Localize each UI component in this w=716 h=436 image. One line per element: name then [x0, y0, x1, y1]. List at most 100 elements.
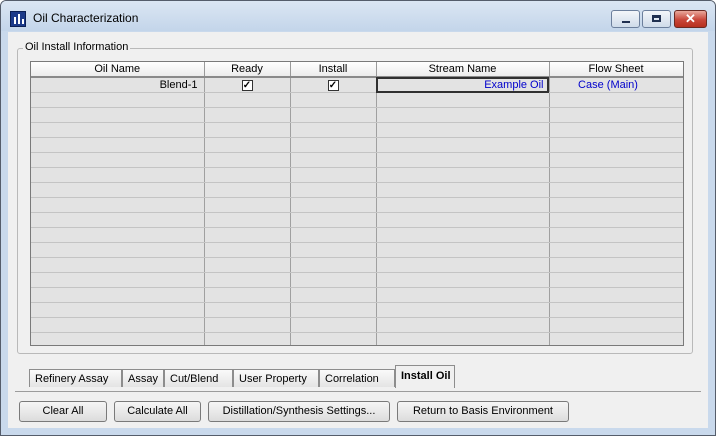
empty-cell[interactable]	[290, 92, 377, 108]
empty-cell[interactable]	[31, 182, 205, 198]
empty-cell[interactable]	[549, 257, 683, 273]
empty-cell[interactable]	[549, 272, 683, 288]
empty-cell[interactable]	[376, 122, 550, 138]
empty-cell[interactable]	[204, 197, 291, 213]
empty-cell[interactable]	[31, 122, 205, 138]
empty-cell[interactable]	[204, 257, 291, 273]
empty-cell[interactable]	[31, 212, 205, 228]
tab-correlation[interactable]: Correlation	[319, 369, 395, 387]
empty-cell[interactable]	[204, 122, 291, 138]
empty-cell[interactable]	[31, 197, 205, 213]
empty-cell[interactable]	[204, 152, 291, 168]
empty-cell[interactable]	[376, 167, 550, 183]
empty-cell[interactable]	[204, 242, 291, 258]
distillation-settings-button[interactable]: Distillation/Synthesis Settings...	[208, 401, 390, 422]
empty-cell[interactable]	[549, 152, 683, 168]
empty-cell[interactable]	[290, 257, 377, 273]
empty-cell[interactable]	[376, 332, 550, 345]
empty-cell[interactable]	[204, 332, 291, 345]
empty-cell[interactable]	[376, 212, 550, 228]
empty-cell[interactable]	[31, 167, 205, 183]
empty-cell[interactable]	[204, 182, 291, 198]
empty-cell[interactable]	[31, 302, 205, 318]
flow-sheet-cell[interactable]: Case (Main)	[549, 77, 683, 93]
empty-cell[interactable]	[549, 212, 683, 228]
empty-cell[interactable]	[290, 332, 377, 345]
empty-cell[interactable]	[31, 92, 205, 108]
minimize-button[interactable]	[611, 10, 640, 28]
tab-cut-blend[interactable]: Cut/Blend	[164, 369, 233, 387]
empty-cell[interactable]	[549, 92, 683, 108]
empty-cell[interactable]	[376, 302, 550, 318]
empty-cell[interactable]	[376, 92, 550, 108]
empty-cell[interactable]	[204, 287, 291, 303]
empty-cell[interactable]	[549, 332, 683, 345]
empty-cell[interactable]	[204, 317, 291, 333]
empty-cell[interactable]	[204, 227, 291, 243]
empty-cell[interactable]	[204, 272, 291, 288]
close-button[interactable]: ✕	[674, 10, 707, 28]
empty-cell[interactable]	[290, 182, 377, 198]
empty-cell[interactable]	[290, 212, 377, 228]
empty-cell[interactable]	[376, 197, 550, 213]
empty-cell[interactable]	[376, 107, 550, 123]
empty-cell[interactable]	[549, 197, 683, 213]
empty-cell[interactable]	[376, 227, 550, 243]
maximize-button[interactable]	[642, 10, 671, 28]
empty-cell[interactable]	[549, 242, 683, 258]
empty-cell[interactable]	[549, 122, 683, 138]
empty-cell[interactable]	[290, 137, 377, 153]
empty-cell[interactable]	[204, 302, 291, 318]
empty-cell[interactable]	[31, 287, 205, 303]
empty-cell[interactable]	[376, 182, 550, 198]
empty-cell[interactable]	[290, 107, 377, 123]
column-header-stream-name[interactable]: Stream Name	[376, 62, 550, 78]
empty-cell[interactable]	[31, 257, 205, 273]
empty-cell[interactable]	[31, 107, 205, 123]
empty-cell[interactable]	[290, 152, 377, 168]
empty-cell[interactable]	[376, 152, 550, 168]
empty-cell[interactable]	[290, 197, 377, 213]
empty-cell[interactable]	[204, 107, 291, 123]
stream-name-cell[interactable]: Example Oil	[376, 77, 550, 93]
empty-cell[interactable]	[31, 317, 205, 333]
tab-install-oil[interactable]: Install Oil	[395, 365, 455, 388]
empty-cell[interactable]	[31, 137, 205, 153]
empty-cell[interactable]	[376, 287, 550, 303]
empty-cell[interactable]	[31, 152, 205, 168]
empty-cell[interactable]	[31, 242, 205, 258]
column-header-flow-sheet[interactable]: Flow Sheet	[549, 62, 683, 78]
column-header-ready[interactable]: Ready	[204, 62, 291, 78]
empty-cell[interactable]	[376, 272, 550, 288]
calculate-all-button[interactable]: Calculate All	[114, 401, 201, 422]
empty-cell[interactable]	[31, 272, 205, 288]
clear-all-button[interactable]: Clear All	[19, 401, 107, 422]
empty-cell[interactable]	[31, 227, 205, 243]
empty-cell[interactable]	[290, 242, 377, 258]
empty-cell[interactable]	[549, 227, 683, 243]
empty-cell[interactable]	[204, 167, 291, 183]
title-bar[interactable]: Oil Characterization ✕	[1, 1, 715, 31]
empty-cell[interactable]	[290, 167, 377, 183]
column-header-oil-name[interactable]: Oil Name	[31, 62, 205, 78]
empty-cell[interactable]	[290, 272, 377, 288]
empty-cell[interactable]	[549, 107, 683, 123]
oil-name-cell[interactable]: Blend-1	[31, 77, 205, 93]
tab-user-property[interactable]: User Property	[233, 369, 319, 387]
install-checkbox[interactable]: ✓	[327, 79, 339, 91]
tab-assay[interactable]: Assay	[122, 369, 164, 387]
empty-cell[interactable]	[290, 287, 377, 303]
empty-cell[interactable]	[31, 332, 205, 345]
column-header-install[interactable]: Install	[290, 62, 377, 78]
empty-cell[interactable]	[376, 317, 550, 333]
empty-cell[interactable]	[290, 302, 377, 318]
empty-cell[interactable]	[549, 302, 683, 318]
empty-cell[interactable]	[549, 317, 683, 333]
empty-cell[interactable]	[290, 317, 377, 333]
empty-cell[interactable]	[204, 92, 291, 108]
empty-cell[interactable]	[549, 137, 683, 153]
empty-cell[interactable]	[376, 137, 550, 153]
ready-checkbox[interactable]: ✓	[241, 79, 253, 91]
tab-refinery-assay[interactable]: Refinery Assay	[29, 369, 122, 387]
empty-cell[interactable]	[376, 257, 550, 273]
